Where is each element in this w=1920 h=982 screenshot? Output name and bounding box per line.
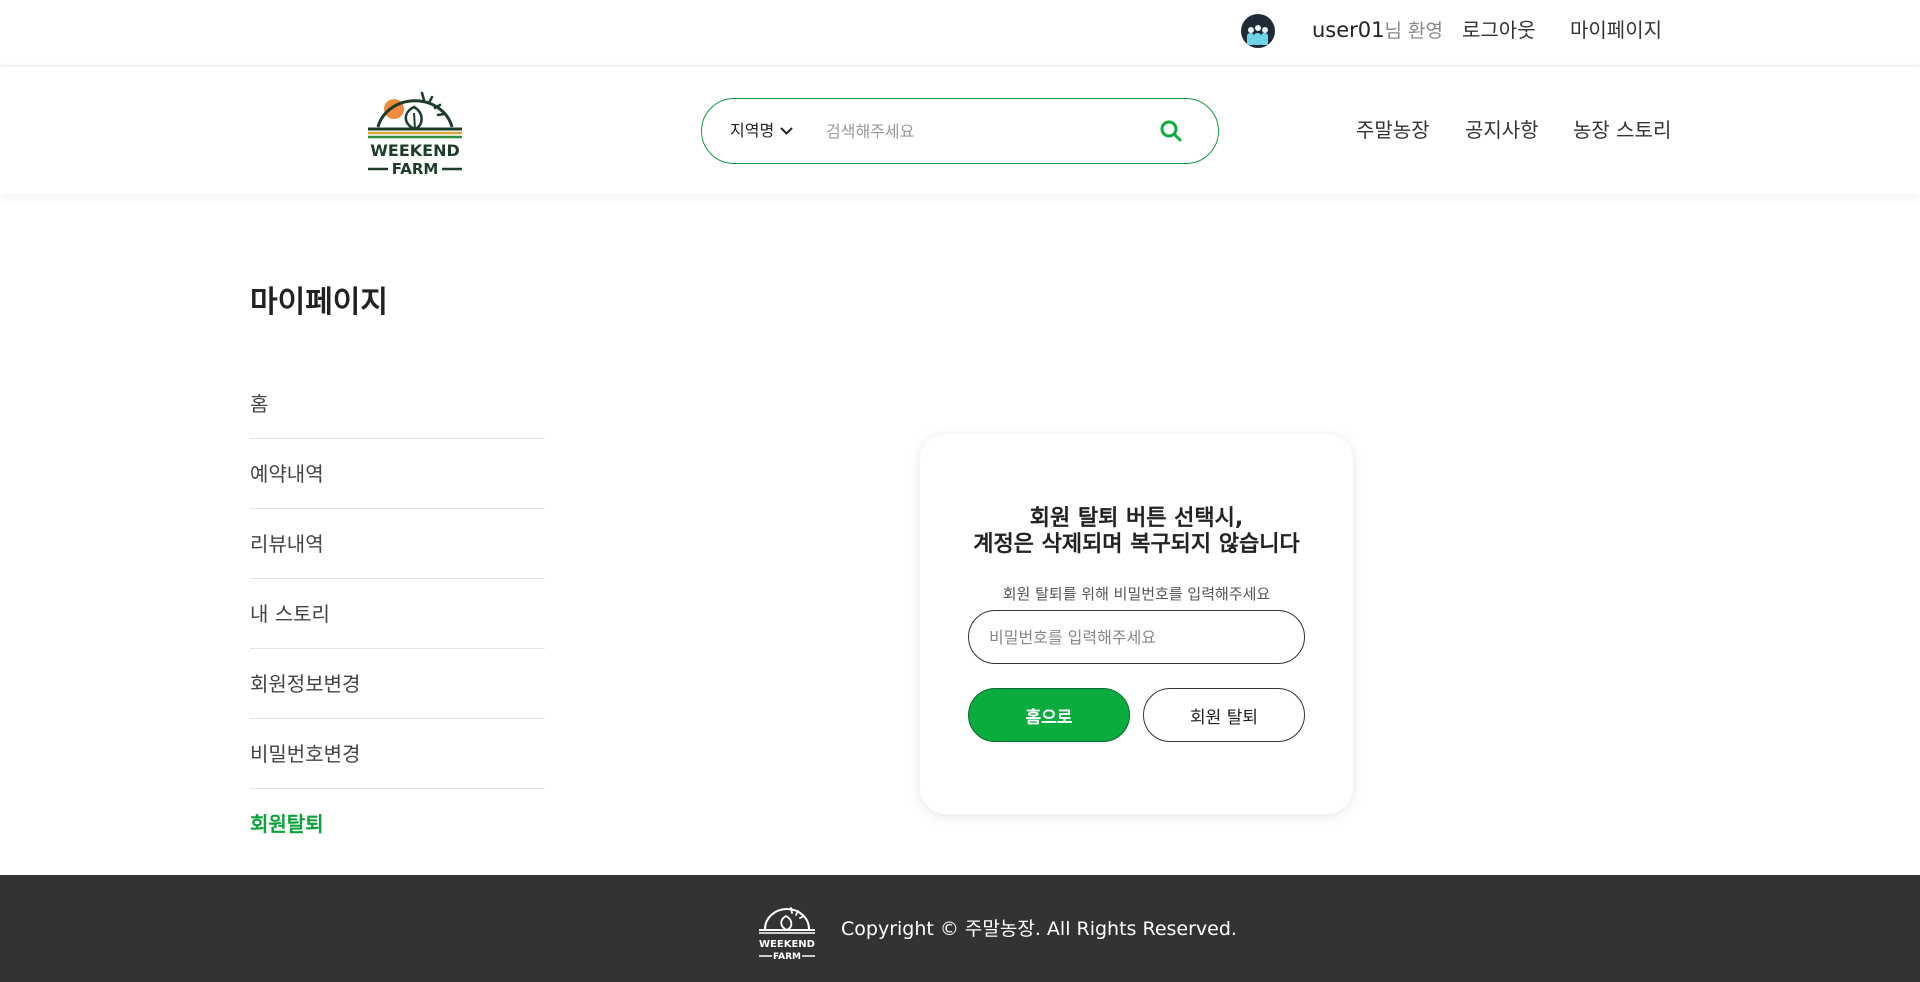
search-icon: [1160, 120, 1182, 142]
mypage-link[interactable]: 마이페이지: [1570, 17, 1662, 43]
side-menu-item-change-password[interactable]: 비밀번호변경: [250, 719, 545, 789]
footer-logo-text-top: WEEKEND: [759, 939, 815, 950]
page-title: 마이페이지: [250, 285, 388, 320]
region-select[interactable]: 지역명: [730, 120, 793, 142]
logout-link[interactable]: 로그아웃: [1462, 17, 1536, 43]
side-menu-item-edit-profile[interactable]: 회원정보변경: [250, 649, 545, 719]
main-header: WEEKEND FARM 지역명 주말농장 공지사항 농장 스토리: [0, 67, 1920, 194]
side-menu: 홈 예약내역 리뷰내역 내 스토리 회원정보변경 비밀번호변경 회원탈퇴: [250, 384, 545, 859]
avatar[interactable]: [1241, 14, 1275, 48]
withdrawal-warning: 회원 탈퇴 버튼 선택시, 계정은 삭제되며 복구되지 않습니다: [920, 506, 1353, 558]
home-button[interactable]: 홈으로: [968, 688, 1130, 742]
search-input[interactable]: [826, 113, 1146, 149]
welcome-message: user01님 환영: [1312, 17, 1443, 44]
warning-line-2: 계정은 삭제되며 복구되지 않습니다: [973, 532, 1300, 557]
nav-weekend-farm[interactable]: 주말농장: [1356, 117, 1430, 143]
footer-logo-text-bottom: FARM: [773, 952, 801, 961]
side-menu-item-my-story[interactable]: 내 스토리: [250, 579, 545, 649]
side-menu-item-reviews[interactable]: 리뷰내역: [250, 509, 545, 579]
weekend-farm-logo[interactable]: WEEKEND FARM: [362, 89, 468, 178]
password-input[interactable]: [968, 610, 1305, 664]
side-menu-item-withdraw[interactable]: 회원탈퇴: [250, 789, 545, 859]
username: user01: [1312, 18, 1385, 42]
withdraw-button[interactable]: 회원 탈퇴: [1143, 688, 1305, 742]
withdrawal-card: 회원 탈퇴 버튼 선택시, 계정은 삭제되며 복구되지 않습니다 회원 탈퇴를 …: [920, 434, 1353, 814]
welcome-suffix: 님 환영: [1384, 20, 1444, 42]
side-menu-item-home[interactable]: 홈: [250, 369, 545, 439]
top-utility-bar: user01님 환영 로그아웃 마이페이지: [0, 0, 1920, 66]
footer-logo: WEEKEND FARM: [755, 905, 819, 962]
password-label: 회원 탈퇴를 위해 비밀번호를 입력해주세요: [1002, 585, 1271, 603]
copyright-text: Copyright © 주말농장. All Rights Reserved.: [841, 918, 1237, 940]
side-menu-item-reservations[interactable]: 예약내역: [250, 439, 545, 509]
search-button[interactable]: [1158, 118, 1184, 144]
logo-text-bottom: FARM: [392, 160, 439, 177]
nav-farm-story[interactable]: 농장 스토리: [1573, 117, 1671, 143]
warning-line-1: 회원 탈퇴 버튼 선택시,: [1029, 506, 1244, 531]
logo-text-top: WEEKEND: [370, 141, 460, 160]
nav-notice[interactable]: 공지사항: [1465, 117, 1539, 143]
chevron-down-icon: [780, 127, 793, 135]
footer: WEEKEND FARM Copyright © 주말농장. All Right…: [0, 875, 1920, 982]
region-label: 지역명: [730, 121, 775, 140]
search-bar: 지역명: [701, 98, 1219, 164]
